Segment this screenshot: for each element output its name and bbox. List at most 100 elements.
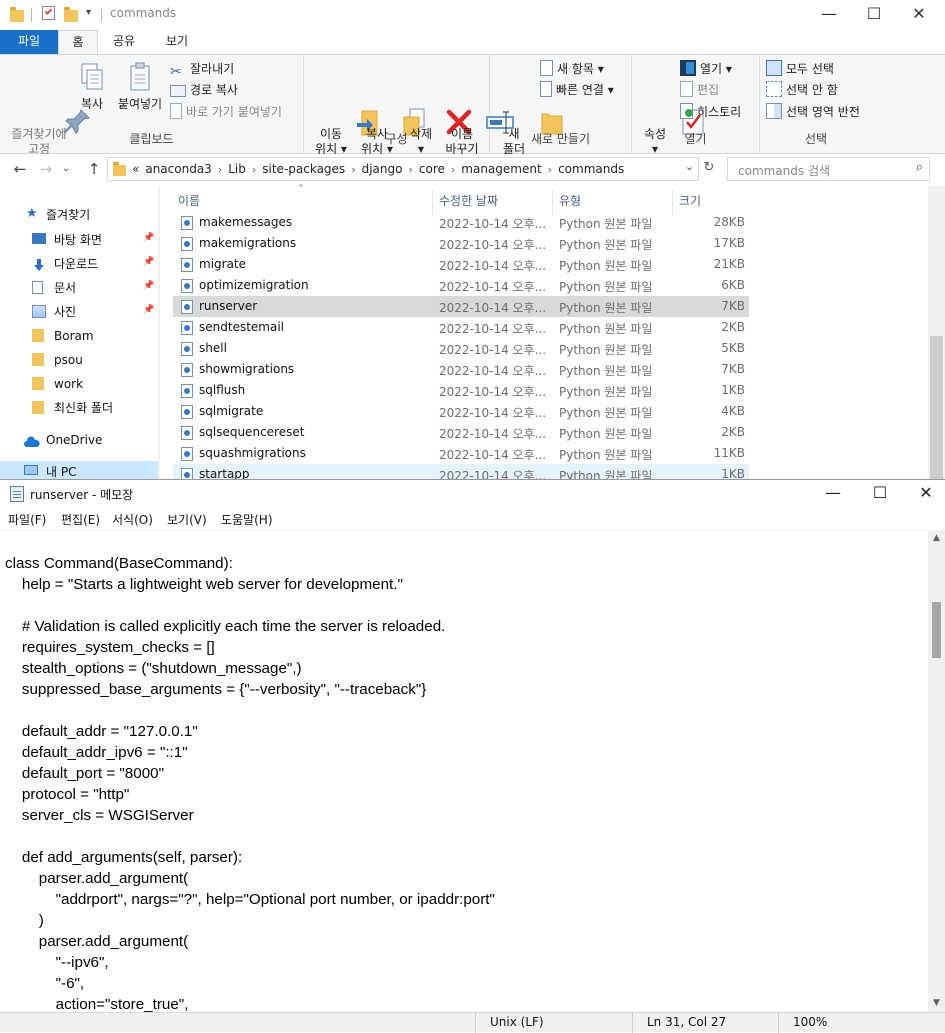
menu-bar: 파일(F) 편집(E) 서식(O) 보기(V) 도움말(H)	[0, 508, 945, 530]
notepad-minimize-button[interactable]: —	[810, 480, 856, 508]
open-button[interactable]: 열기 ▾	[680, 59, 732, 79]
breadcrumb-item[interactable]: commands	[558, 162, 624, 176]
breadcrumb-chevron-icon[interactable]: ›	[548, 163, 552, 176]
breadcrumb-item[interactable]: django	[362, 162, 403, 176]
menu-file[interactable]: 파일(F)	[8, 511, 46, 528]
open-group: 속성 ▾ 열기 ▾ 편집 히스토리 열기	[632, 55, 760, 156]
file-date: 2022-10-14 오후...	[439, 385, 547, 399]
back-arrow-icon[interactable]: ←	[10, 159, 30, 179]
folder-icon	[32, 377, 44, 390]
column-header-size[interactable]: 크기	[679, 190, 701, 214]
file-row[interactable]: migrate 2022-10-14 오후... Python 원본 파일 21KB	[173, 254, 749, 275]
address-bar[interactable]: « anaconda3 › Lib › site-packages › django › core…	[107, 157, 699, 181]
pin-icon[interactable]: 📌	[143, 233, 154, 243]
breadcrumb-chevron-icon[interactable]: ›	[218, 163, 222, 176]
new-item-button[interactable]: 새 항목 ▾	[540, 59, 604, 79]
history-button[interactable]: 히스토리	[680, 102, 741, 122]
file-type: Python 원본 파일	[559, 217, 653, 231]
breadcrumb-chevron-icon[interactable]: ›	[451, 163, 455, 176]
file-name: migrate	[199, 257, 247, 271]
cut-button[interactable]: ✂ 잘라내기	[170, 59, 234, 80]
copy-path-button[interactable]: 경로 복사	[170, 80, 238, 100]
menu-view[interactable]: 보기(V)	[167, 511, 207, 528]
select-none-button[interactable]: 선택 안 함	[766, 80, 838, 100]
file-row[interactable]: sendtestemail 2022-10-14 오후... Python 원본 파…	[173, 317, 749, 338]
forward-arrow-icon[interactable]: →	[36, 159, 56, 179]
properties-check-icon[interactable]	[42, 6, 55, 20]
file-row[interactable]: sqlflush 2022-10-14 오후... Python 원본 파일 1KB	[173, 380, 749, 401]
new-folder-quick-icon[interactable]	[64, 6, 78, 22]
notepad-titlebar: runserver - 메모장 — ☐ ✕	[0, 480, 945, 508]
column-header-modified[interactable]: 수정한 날짜	[439, 190, 498, 214]
text-editor[interactable]: class Command(BaseCommand): help = "Star…	[0, 530, 928, 1012]
breadcrumb-chevron-icon[interactable]: ›	[408, 163, 412, 176]
editor-scrollbar[interactable]: ▲ ▼	[928, 530, 945, 1012]
scroll-up-arrow-icon[interactable]: ▲	[928, 530, 945, 547]
notepad-close-button[interactable]: ✕	[903, 480, 945, 508]
edit-button[interactable]: 편집	[680, 80, 719, 100]
notepad-maximize-button[interactable]: ☐	[857, 480, 903, 508]
pin-icon[interactable]: 📌	[143, 305, 154, 315]
recent-locations-chevron-icon[interactable]: ⌄	[56, 159, 76, 179]
paste-shortcut-button[interactable]: 바로 가기 붙여넣기	[170, 102, 282, 122]
refresh-icon[interactable]: ↻	[700, 160, 718, 178]
select-all-button[interactable]: 모두 선택	[766, 59, 834, 79]
file-type: Python 원본 파일	[559, 343, 653, 357]
menu-format[interactable]: 서식(O)	[112, 511, 153, 528]
customize-quick-access-icon[interactable]: ▾	[86, 7, 91, 18]
breadcrumb-overflow[interactable]: «	[132, 162, 139, 176]
file-row[interactable]: makemigrations 2022-10-14 오후... Python 원본 …	[173, 233, 749, 254]
file-name: runserver	[199, 299, 258, 313]
menu-edit[interactable]: 편집(E)	[61, 511, 100, 528]
paste-button[interactable]: 붙여넣기	[114, 61, 166, 112]
breadcrumb-chevron-icon[interactable]: ›	[252, 163, 256, 176]
breadcrumb-item[interactable]: management	[461, 162, 541, 176]
file-row[interactable]: shell 2022-10-14 오후... Python 원본 파일 5KB	[173, 338, 749, 359]
new-group-label: 새로 만들기	[530, 132, 590, 146]
file-name: sqlsequencereset	[199, 425, 305, 439]
breadcrumb-item[interactable]: core	[419, 162, 445, 176]
file-list-scrollbar[interactable]	[928, 186, 945, 479]
column-header-name[interactable]: 이름	[178, 190, 200, 214]
python-file-icon	[181, 405, 193, 419]
menu-help[interactable]: 도움말(H)	[221, 511, 273, 528]
scroll-down-arrow-icon[interactable]: ▼	[928, 995, 945, 1012]
tab-home[interactable]: 홈	[58, 30, 98, 54]
file-row[interactable]: optimizemigration 2022-10-14 오후... Python …	[173, 275, 749, 296]
file-row[interactable]: squashmigrations 2022-10-14 오후... Python 원…	[173, 443, 749, 464]
close-button[interactable]: ✕	[896, 0, 942, 30]
pin-icon[interactable]: 📌	[143, 257, 154, 267]
up-arrow-icon[interactable]: ↑	[84, 159, 104, 179]
column-header-type[interactable]: 유형	[559, 190, 581, 214]
breadcrumb-item[interactable]: Lib	[228, 162, 246, 176]
breadcrumb-item[interactable]: anaconda3	[145, 162, 211, 176]
delete-x-icon	[405, 91, 472, 135]
copy-button[interactable]: 복사	[72, 61, 112, 112]
file-row[interactable]: startapp 2022-10-14 오후... Python 원본 파일 1KB	[173, 464, 749, 479]
scrollbar-thumb[interactable]	[932, 602, 941, 658]
file-size: 21KB	[713, 257, 745, 271]
file-row[interactable]: runserver 2022-10-14 오후... Python 원본 파일 7KB	[173, 296, 749, 317]
file-row[interactable]: sqlmigrate 2022-10-14 오후... Python 원본 파일 4K…	[173, 401, 749, 422]
file-row[interactable]: makemessages 2022-10-14 오후... Python 원본 파일…	[173, 212, 749, 233]
maximize-button[interactable]: ☐	[851, 0, 897, 30]
easy-access-button[interactable]: 빠른 연결 ▾	[540, 80, 614, 100]
file-row[interactable]: showmigrations 2022-10-14 오후... Python 원본 …	[173, 359, 749, 380]
file-date: 2022-10-14 오후...	[439, 322, 547, 336]
breadcrumb-chevron-icon[interactable]: ›	[351, 163, 355, 176]
file-date: 2022-10-14 오후...	[439, 301, 547, 315]
tab-view[interactable]: 보기	[152, 30, 202, 54]
invert-selection-button[interactable]: 선택 영역 반전	[766, 102, 860, 122]
scrollbar-thumb[interactable]	[930, 336, 943, 479]
tab-share[interactable]: 공유	[100, 30, 148, 54]
python-file-icon	[181, 468, 193, 479]
file-row[interactable]: sqlsequencereset 2022-10-14 오후... Python 원…	[173, 422, 749, 443]
file-name: sendtestemail	[199, 320, 284, 334]
tab-file[interactable]: 파일	[0, 30, 58, 54]
minimize-button[interactable]: —	[806, 0, 852, 30]
search-box[interactable]: commands 검색 ⌕	[727, 157, 930, 181]
address-dropdown-icon[interactable]: ⌄	[685, 160, 694, 173]
pin-icon[interactable]: 📌	[143, 281, 154, 291]
breadcrumb-item[interactable]: site-packages	[262, 162, 345, 176]
nav-this-pc[interactable]: 내 PC	[0, 461, 158, 479]
